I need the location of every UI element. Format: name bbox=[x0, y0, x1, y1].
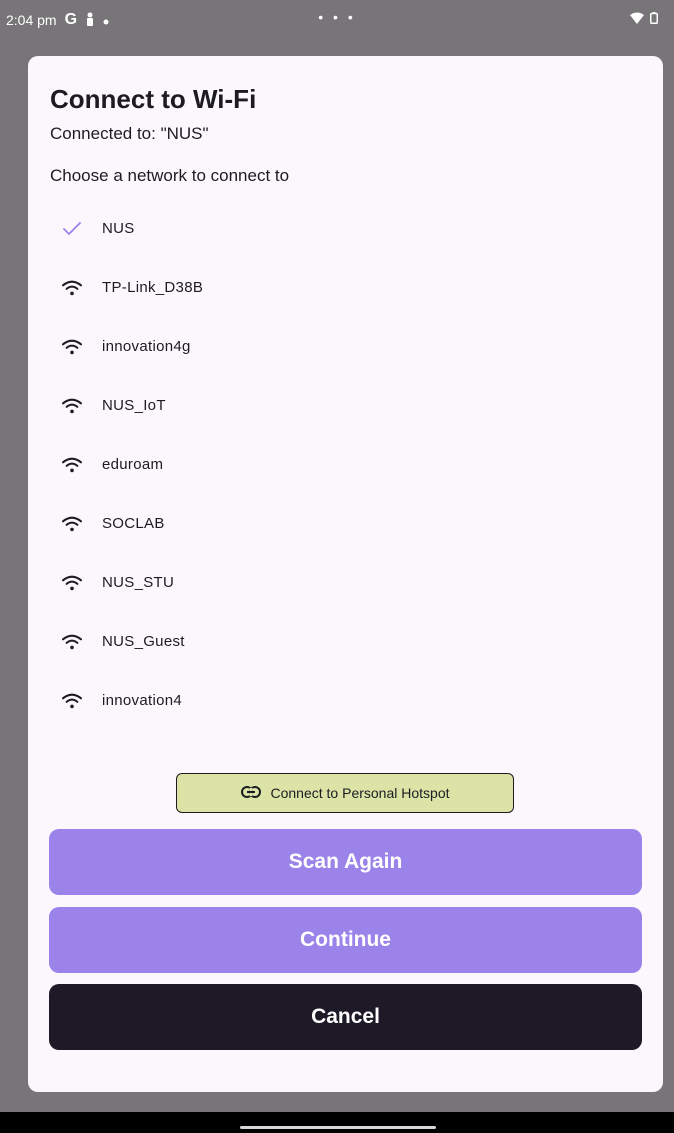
network-name: NUS_Guest bbox=[102, 633, 185, 650]
network-list: NUS TP-Link_D38B innovation4g NUS_IoTeduroa… bbox=[28, 199, 663, 730]
hotspot-label: Connect to Personal Hotspot bbox=[270, 785, 450, 801]
wifi-icon bbox=[61, 690, 83, 712]
wifi-icon bbox=[61, 631, 83, 653]
status-bar: 2:04 pm G • • • bbox=[0, 0, 674, 40]
dialog-title: Connect to Wi-Fi bbox=[50, 84, 257, 114]
wifi-status-icon bbox=[630, 11, 644, 27]
network-name: SOCLAB bbox=[102, 515, 165, 532]
scan-again-button[interactable]: Scan Again bbox=[49, 829, 642, 895]
link-icon bbox=[240, 785, 261, 801]
connected-status: Connected to: "NUS" bbox=[50, 124, 209, 143]
network-item[interactable]: innovation4 bbox=[28, 671, 663, 730]
wifi-icon bbox=[61, 336, 83, 358]
wifi-icon bbox=[61, 572, 83, 594]
network-name: innovation4 bbox=[102, 692, 183, 709]
personal-hotspot-button[interactable]: Connect to Personal Hotspot bbox=[176, 773, 514, 813]
wifi-dialog: Connect to Wi-Fi Connected to: "NUS" Cho… bbox=[28, 56, 663, 1092]
navigation-bar bbox=[0, 1112, 674, 1133]
cancel-button[interactable]: Cancel bbox=[49, 984, 642, 1050]
wifi-icon bbox=[61, 395, 83, 417]
home-handle[interactable] bbox=[240, 1126, 436, 1129]
network-item[interactable]: NUS_STU bbox=[28, 553, 663, 612]
battery-icon bbox=[650, 11, 658, 27]
continue-button[interactable]: Continue bbox=[49, 907, 642, 973]
network-name: TP-Link_D38B bbox=[102, 279, 204, 296]
network-name: innovation4g bbox=[102, 338, 191, 355]
status-right bbox=[630, 11, 658, 27]
status-dots: • • • bbox=[318, 9, 356, 25]
network-item[interactable]: NUS_IoT bbox=[28, 376, 663, 435]
network-name: NUS bbox=[102, 220, 135, 237]
choose-network-label: Choose a network to connect to bbox=[50, 166, 290, 185]
network-item[interactable]: TP-Link_D38B bbox=[28, 258, 663, 317]
network-name: NUS_IoT bbox=[102, 397, 166, 414]
network-item[interactable]: eduroam bbox=[28, 435, 663, 494]
network-name: eduroam bbox=[102, 456, 164, 473]
network-item[interactable]: NUS bbox=[28, 199, 663, 258]
wifi-icon bbox=[61, 454, 83, 476]
wifi-icon bbox=[61, 513, 83, 535]
network-item[interactable]: NUS_Guest bbox=[28, 612, 663, 671]
network-item[interactable]: SOCLAB bbox=[28, 494, 663, 553]
network-name: NUS_STU bbox=[102, 574, 175, 591]
wifi-icon bbox=[61, 277, 83, 299]
network-item[interactable]: innovation4g bbox=[28, 317, 663, 376]
check-icon bbox=[61, 218, 83, 240]
